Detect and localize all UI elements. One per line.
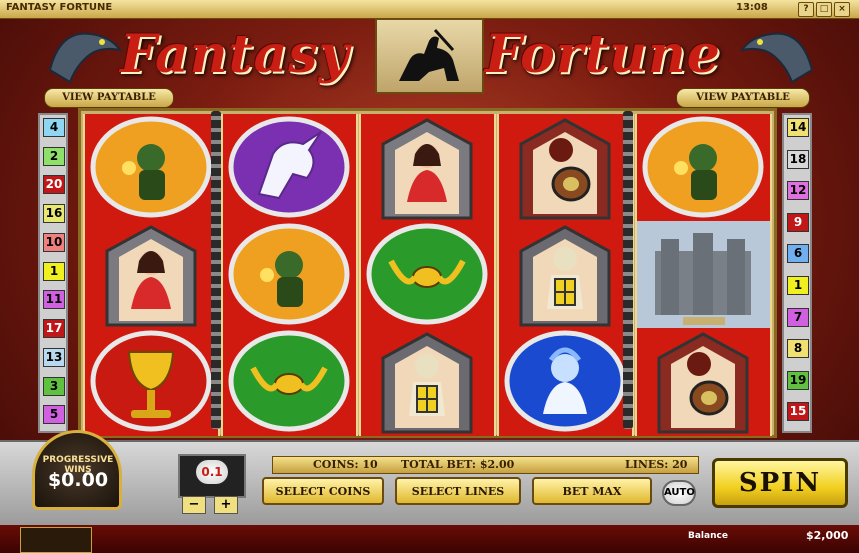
footer-bar bbox=[0, 525, 859, 553]
left-dragon-icon bbox=[48, 32, 123, 84]
warrior-symbol-icon bbox=[499, 114, 632, 221]
lady-symbol-icon bbox=[85, 221, 218, 328]
maximize-button[interactable]: □ bbox=[816, 2, 832, 17]
clock: 13:08 bbox=[736, 2, 768, 13]
chalice-symbol-icon bbox=[85, 328, 218, 435]
right-line-indicator[interactable]: 14 bbox=[787, 118, 809, 137]
balance-label: Balance bbox=[688, 531, 728, 541]
lines-readout: LINES: 20 bbox=[625, 458, 688, 471]
reel-2 bbox=[221, 114, 358, 436]
right-line-indicator[interactable]: 7 bbox=[787, 307, 809, 327]
window-title: FANTASY FORTUNE bbox=[6, 2, 113, 13]
coin-selector: 0.1 bbox=[178, 454, 246, 498]
total-bet-readout: TOTAL BET: $2.00 bbox=[401, 458, 515, 471]
left-line-indicator[interactable]: 20 bbox=[43, 175, 65, 195]
progressive-wins-display: PROGRESSIVE WINS $0.00 bbox=[32, 430, 122, 510]
amulet-symbol-icon bbox=[223, 328, 356, 435]
reels-area bbox=[78, 108, 777, 438]
left-line-indicator[interactable]: 11 bbox=[43, 290, 65, 310]
logo-word-fantasy: Fantasy bbox=[120, 24, 350, 85]
chain-decoration bbox=[623, 111, 633, 429]
left-line-indicator[interactable]: 4 bbox=[43, 118, 65, 137]
view-paytable-left-button[interactable]: VIEW PAYTABLE bbox=[44, 88, 174, 108]
close-button[interactable]: × bbox=[834, 2, 850, 17]
select-coins-button[interactable]: SELECT COINS bbox=[262, 477, 384, 505]
casino-logo-icon bbox=[20, 527, 92, 553]
coins-readout: COINS: 10 bbox=[313, 458, 378, 471]
game-logo: Fantasy Fortune bbox=[120, 18, 740, 94]
castle-symbol-icon bbox=[637, 221, 770, 328]
logo-word-fortune: Fortune bbox=[485, 24, 721, 85]
right-line-indicator[interactable]: 9 bbox=[787, 212, 809, 232]
right-line-indicator[interactable]: 19 bbox=[787, 370, 809, 390]
knight-symbol-icon bbox=[499, 221, 632, 328]
left-line-indicator[interactable]: 2 bbox=[43, 146, 65, 166]
left-line-indicator[interactable]: 10 bbox=[43, 232, 65, 252]
goblin-symbol-icon bbox=[223, 221, 356, 328]
right-line-indicator[interactable]: 6 bbox=[787, 244, 809, 264]
balance-value: $2,000 bbox=[806, 529, 849, 542]
right-line-indicator[interactable]: 12 bbox=[787, 181, 809, 201]
title-bar: FANTASY FORTUNE 13:08 ? □ × bbox=[0, 0, 859, 19]
right-line-indicator[interactable]: 1 bbox=[787, 276, 809, 295]
right-line-indicator[interactable]: 8 bbox=[787, 339, 809, 359]
ice-queen-symbol-icon bbox=[499, 328, 632, 435]
right-line-indicators: 14 18 12 9 6 1 7 8 19 15 bbox=[782, 113, 812, 433]
autoplay-button[interactable]: AUTO bbox=[662, 480, 696, 506]
knight-symbol-icon bbox=[361, 328, 494, 435]
reel-5 bbox=[635, 114, 772, 436]
reel-3 bbox=[359, 114, 496, 436]
goblin-symbol-icon bbox=[85, 114, 218, 221]
bet-info-bar: COINS: 10 TOTAL BET: $2.00 LINES: 20 bbox=[272, 456, 699, 474]
left-line-indicator[interactable]: 16 bbox=[43, 204, 65, 224]
left-line-indicator[interactable]: 17 bbox=[43, 319, 65, 339]
left-line-indicator[interactable]: 5 bbox=[43, 405, 65, 425]
reel-1 bbox=[83, 114, 220, 436]
help-button[interactable]: ? bbox=[798, 2, 814, 17]
chain-decoration bbox=[211, 111, 221, 429]
spin-button[interactable]: SPIN bbox=[712, 458, 848, 508]
game-window: FANTASY FORTUNE 13:08 ? □ × Fantasy Fort… bbox=[0, 0, 859, 553]
select-lines-button[interactable]: SELECT LINES bbox=[395, 477, 521, 505]
right-line-indicator[interactable]: 15 bbox=[787, 402, 809, 422]
right-dragon-icon bbox=[739, 32, 814, 84]
left-line-indicator[interactable]: 1 bbox=[43, 261, 65, 281]
knight-emblem-icon bbox=[375, 18, 484, 94]
warrior-symbol-icon bbox=[637, 328, 770, 435]
coin-decrease-button[interactable]: − bbox=[182, 496, 206, 514]
progressive-amount: $0.00 bbox=[47, 469, 109, 491]
left-line-indicators: 4 2 20 16 10 1 11 17 13 3 5 bbox=[38, 113, 68, 433]
coin-increase-button[interactable]: + bbox=[214, 496, 238, 514]
right-line-indicator[interactable]: 18 bbox=[787, 149, 809, 169]
amulet-symbol-icon bbox=[361, 221, 494, 328]
unicorn-symbol-icon bbox=[223, 114, 356, 221]
left-line-indicator[interactable]: 13 bbox=[43, 347, 65, 367]
bet-max-button[interactable]: BET MAX bbox=[532, 477, 652, 505]
reel-4 bbox=[497, 114, 634, 436]
lady-symbol-icon bbox=[361, 114, 494, 221]
goblin-symbol-icon bbox=[637, 114, 770, 221]
view-paytable-right-button[interactable]: VIEW PAYTABLE bbox=[676, 88, 810, 108]
coin-value-display: 0.1 bbox=[196, 460, 228, 484]
left-line-indicator[interactable]: 3 bbox=[43, 376, 65, 396]
